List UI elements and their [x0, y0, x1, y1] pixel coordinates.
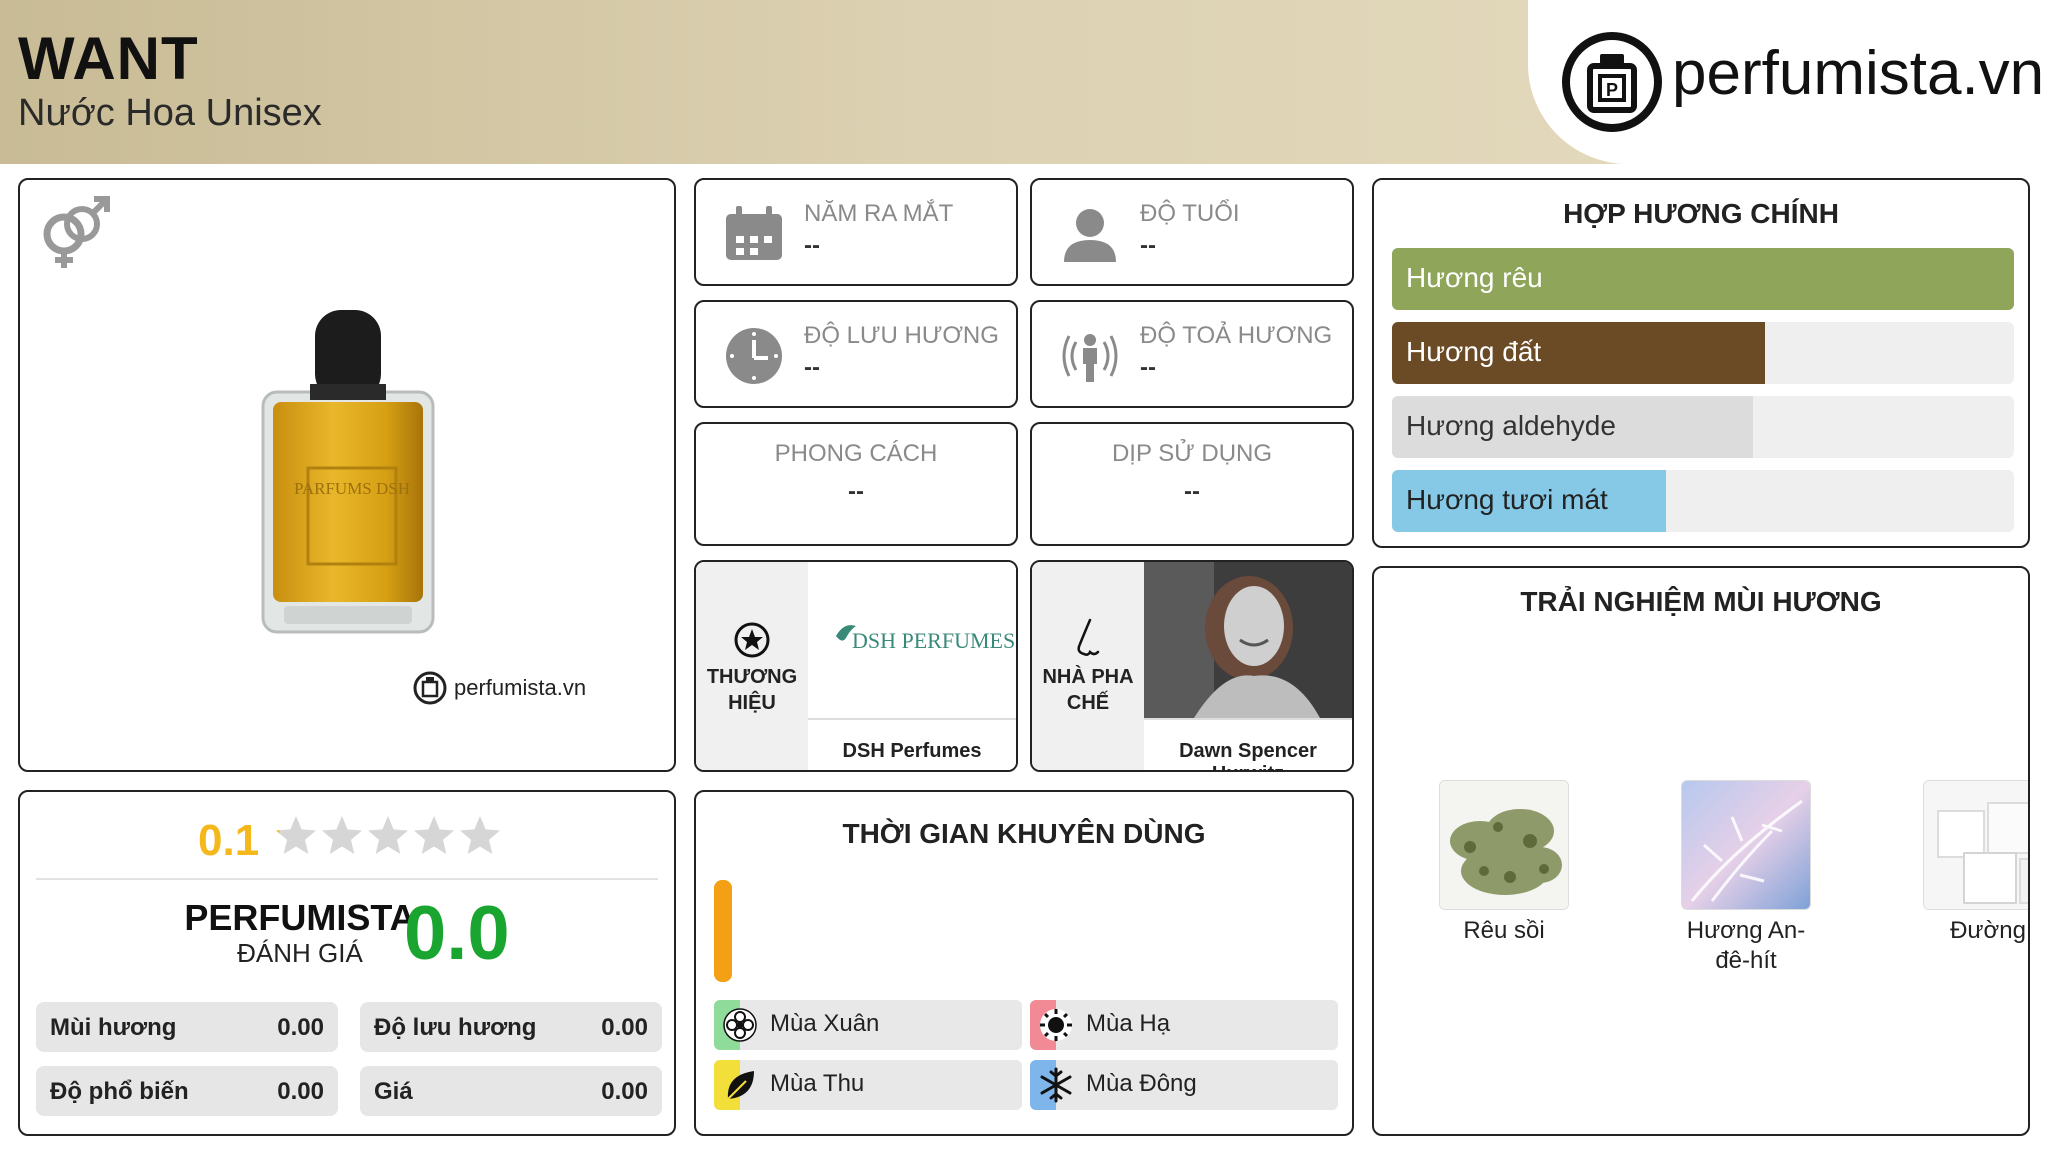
- score-popularity: Độ phổ biến 0.00: [36, 1066, 338, 1116]
- perfumer-photo[interactable]: [1144, 562, 1352, 718]
- style-card: PHONG CÁCH --: [694, 422, 1018, 546]
- aldehyde-image: [1682, 781, 1810, 909]
- flower-icon: [723, 1008, 757, 1042]
- oakmoss-image: [1440, 781, 1568, 909]
- sillage-person-icon: [1062, 334, 1118, 382]
- occasion-card: DỊP SỬ DỤNG --: [1030, 422, 1354, 546]
- score-longevity: Độ lưu hương 0.00: [360, 1002, 662, 1052]
- accord-label: Hương aldehyde: [1406, 410, 1616, 441]
- perfumer-name: Dawn Spencer Hurwitz: [1144, 718, 1352, 770]
- rating-card: 0.1 PERFUMISTA ĐÁNH GIÁ 0.0 Mùi hương 0.…: [18, 790, 676, 1136]
- time-bar: [714, 880, 732, 982]
- season-summer[interactable]: Mùa Hạ: [1030, 1000, 1338, 1050]
- perfumista-score: 0.0: [404, 891, 510, 976]
- accords-title: HỢP HƯƠNG CHÍNH: [1563, 198, 1839, 229]
- clock-icon: [726, 328, 782, 384]
- perfumista-rating-label: PERFUMISTA ĐÁNH GIÁ: [184, 897, 416, 969]
- score-scent: Mùi hương 0.00: [36, 1002, 338, 1052]
- accord-label: Hương tươi mát: [1406, 484, 1608, 515]
- snowflake-icon: [1040, 1067, 1072, 1103]
- calendar-icon: [726, 206, 782, 260]
- experience-title: TRẢI NGHIỆM MÙI HƯƠNG: [1520, 586, 1882, 617]
- brand-card[interactable]: THƯƠNG HIỆU DSH PERFUMES DSH Perfumes: [694, 560, 1018, 772]
- star-badge-icon: [734, 622, 770, 658]
- unisex-icon: [43, 196, 110, 268]
- main-accords-card: HỢP HƯƠNG CHÍNH Hương rêu Hương đất Hương …: [1372, 178, 2030, 548]
- longevity-card: ĐỘ LƯU HƯƠNG --: [694, 300, 1018, 408]
- age-card: ĐỘ TUỔI --: [1030, 178, 1354, 286]
- svg-text:P: P: [1606, 80, 1618, 100]
- person-icon: [1064, 209, 1116, 262]
- product-watermark: perfumista.vn: [412, 670, 586, 706]
- brand-logo-text: DSH PERFUMES: [852, 628, 1015, 653]
- accord-label: Hương đất: [1406, 336, 1542, 367]
- season-autumn[interactable]: Mùa Thu: [714, 1060, 1022, 1110]
- usage-title: THỜI GIAN KHUYÊN DÙNG: [842, 818, 1206, 849]
- accord-bar: Hương đất: [1392, 322, 2014, 384]
- accord-label: Hương rêu: [1406, 262, 1543, 293]
- bottle-label: PARFUMS DSH: [294, 479, 410, 498]
- bottle-logo-icon: P: [1562, 32, 1662, 132]
- perfume-name: WANT: [18, 25, 199, 92]
- note-oakmoss[interactable]: Rêu sồi: [1414, 780, 1594, 946]
- bottle-logo-icon: [413, 671, 447, 705]
- season-spring[interactable]: Mùa Xuân: [714, 1000, 1022, 1050]
- star-icon[interactable]: [322, 816, 362, 854]
- launch-year-card: NĂM RA MẮT --: [694, 178, 1018, 286]
- star-icon[interactable]: [414, 816, 454, 854]
- logo-text: perfumista.vn: [1672, 39, 2045, 108]
- nose-icon: [1077, 618, 1100, 656]
- header-banner: WANT Nước Hoa Unisex P perfumista.vn: [0, 0, 2048, 164]
- perfumer-card[interactable]: NHÀ PHA CHẾ Dawn Spencer Hurwitz: [1030, 560, 1354, 772]
- user-score: 0.1: [198, 816, 260, 865]
- site-logo[interactable]: P perfumista.vn: [1528, 0, 2048, 164]
- accord-bar: Hương aldehyde: [1392, 396, 2014, 458]
- brand-name: DSH Perfumes: [808, 718, 1016, 770]
- star-rating[interactable]: [272, 812, 512, 862]
- sun-icon: [1040, 1009, 1072, 1041]
- brand-logo-image[interactable]: DSH PERFUMES: [808, 562, 1016, 718]
- score-price: Giá 0.00: [360, 1066, 662, 1116]
- perfume-category: Nước Hoa Unisex: [18, 92, 322, 134]
- accord-bar: Hương tươi mát: [1392, 470, 2014, 532]
- scent-experience-card: TRẢI NGHIỆM MÙI HƯƠNG Rêu sồi Hương An- …: [1372, 566, 2030, 1136]
- sugar-image: [1924, 781, 2028, 909]
- star-icon[interactable]: [276, 816, 316, 854]
- product-image-card: PARFUMS DSH perfumista.vn: [18, 178, 676, 772]
- sillage-card: ĐỘ TOẢ HƯƠNG --: [1030, 300, 1354, 408]
- note-sugar[interactable]: Đường: [1898, 780, 2028, 946]
- note-aldehyde[interactable]: Hương An- đê-hít: [1656, 780, 1836, 976]
- star-icon[interactable]: [460, 816, 500, 854]
- divider: [36, 878, 658, 880]
- leaf-icon: [727, 1071, 754, 1100]
- season-winter[interactable]: Mùa Đông: [1030, 1060, 1338, 1110]
- perfume-bottle-image: PARFUMS DSH: [261, 310, 435, 634]
- accord-bar: Hương rêu: [1392, 248, 2014, 310]
- star-icon[interactable]: [368, 816, 408, 854]
- usage-time-card: THỜI GIAN KHUYÊN DÙNG Mùa Xuân Mùa Hạ Mù…: [694, 790, 1354, 1136]
